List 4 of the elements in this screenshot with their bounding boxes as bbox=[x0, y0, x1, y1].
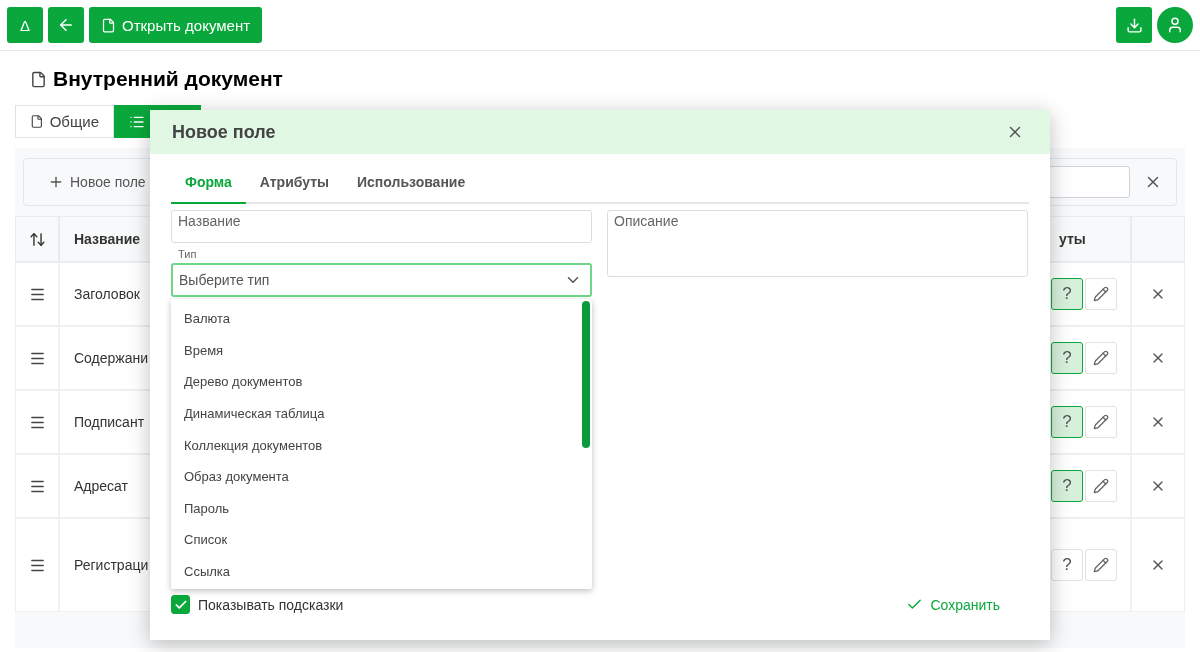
dialog-title: Новое поле bbox=[172, 121, 276, 143]
checkbox-label: Показывать подсказки bbox=[198, 596, 344, 613]
page-title: Внутренний документ bbox=[53, 67, 283, 91]
field-label: Тип bbox=[178, 248, 198, 260]
